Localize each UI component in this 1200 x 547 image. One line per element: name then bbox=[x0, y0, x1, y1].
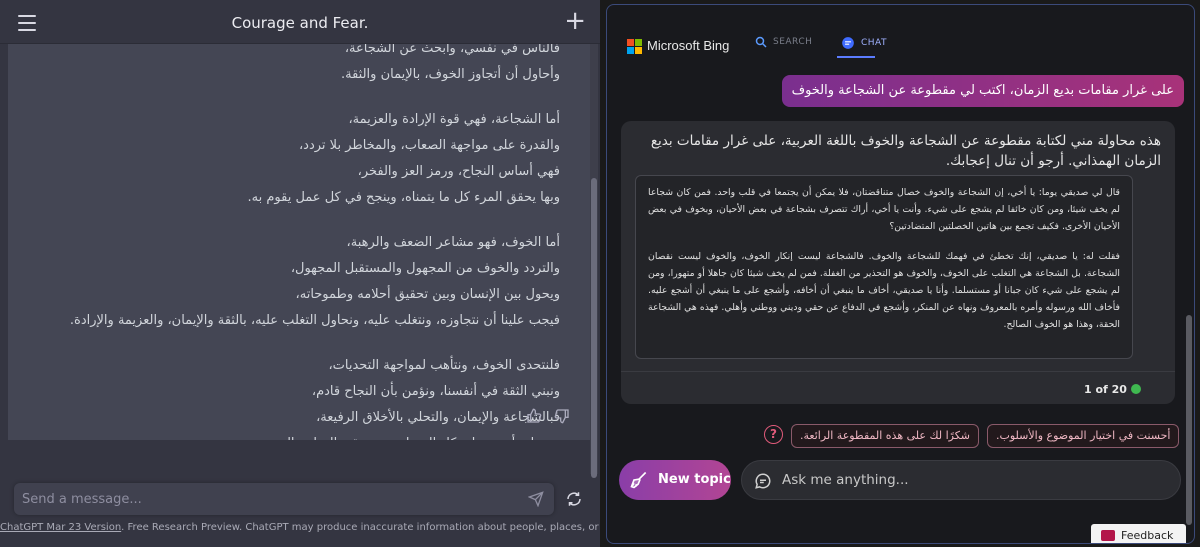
poem-line: فلنتحدى الخوف، ونتأهب لمواجهة التحديات، bbox=[328, 358, 560, 373]
feedback-icon bbox=[1101, 530, 1115, 541]
ask-input[interactable] bbox=[782, 461, 1172, 499]
new-chat-plus-icon[interactable]: + bbox=[564, 8, 586, 34]
poem-line: والتردد والخوف من المجهول والمستقبل المج… bbox=[290, 261, 560, 276]
message-input-box bbox=[14, 483, 554, 515]
poem-text: فالناس في نفسي، وأبحث عن الشجاعة، وأحاول … bbox=[40, 44, 560, 440]
turn-counter-text: 1 of 20 bbox=[1084, 383, 1127, 396]
assistant-message: فالناس في نفسي، وأبحث عن الشجاعة، وأحاول … bbox=[8, 44, 590, 440]
stanza-gap bbox=[40, 334, 560, 353]
quote-paragraph: قال لي صديقي يوما: يا أخي، إن الشجاعة وا… bbox=[648, 187, 1120, 233]
feedback-button[interactable]: Feedback bbox=[1091, 524, 1186, 543]
bing-scrollbar[interactable] bbox=[1186, 315, 1192, 525]
poem-line: أما الشجاعة، فهي قوة الإرادة والعزيمة، bbox=[348, 112, 560, 127]
poem-line: أما الخوف، فهو مشاعر الضعف والرهبة، bbox=[346, 235, 560, 250]
feedback-label: Feedback bbox=[1121, 529, 1174, 542]
bing-header: Microsoft Bing SEARCH CHAT bbox=[607, 5, 1194, 73]
conversation-title: Courage and Fear. bbox=[231, 14, 369, 32]
poem-line: فهي أساس النجاح، ورمز العز والفخر، bbox=[357, 164, 560, 179]
chatgpt-pane: Courage and Fear. + فالناس في نفسي، وأبح… bbox=[0, 0, 600, 547]
search-icon bbox=[755, 36, 767, 48]
bing-logo[interactable]: Microsoft Bing bbox=[627, 38, 730, 54]
microsoft-logo-icon bbox=[627, 38, 642, 54]
status-dot-icon bbox=[1130, 384, 1141, 394]
brand-name: Microsoft Bing bbox=[647, 38, 730, 53]
poem-line: فالناس في نفسي، وأبحث عن الشجاعة، bbox=[344, 44, 560, 56]
quote-box: قال لي صديقي يوما: يا أخي، إن الشجاعة وا… bbox=[635, 175, 1133, 359]
tab-chat[interactable]: CHAT bbox=[841, 36, 887, 50]
tab-search-label: SEARCH bbox=[773, 37, 813, 47]
broom-icon bbox=[630, 471, 647, 489]
bing-chat-pane: Microsoft Bing SEARCH CHAT على غرار مقام… bbox=[606, 4, 1195, 544]
quote-paragraph: فقلت له: يا صديقي، إنك تخطئ في فهمك للشج… bbox=[648, 250, 1120, 331]
new-topic-button[interactable]: New topic bbox=[619, 460, 731, 500]
chat-bubble-icon bbox=[842, 37, 854, 49]
new-topic-label: New topic bbox=[658, 472, 731, 487]
bot-intro-text: هذه محاولة مني لكتابة مقطوعة عن الشجاعة … bbox=[650, 133, 1161, 169]
disclaimer-text: . Free Research Preview. ChatGPT may pro… bbox=[121, 522, 600, 533]
ask-box bbox=[741, 460, 1181, 500]
poem-line: فبالشجاعة والإيمان، والتحلي بالأخلاق الر… bbox=[316, 410, 560, 425]
send-icon[interactable] bbox=[528, 491, 544, 507]
version-link[interactable]: ChatGPT Mar 23 Version bbox=[0, 522, 121, 533]
regenerate-icon[interactable] bbox=[565, 490, 583, 508]
user-message: على غرار مقامات بديع الزمان، اكتب لي مقط… bbox=[781, 75, 1184, 107]
stanza-gap bbox=[40, 88, 560, 107]
thumbs-up-icon[interactable] bbox=[526, 408, 542, 424]
poem-line: ونبني الثقة في أنفسنا، ونؤمن بأن النجاح … bbox=[311, 384, 560, 399]
thumbs-down-icon[interactable] bbox=[554, 408, 570, 424]
chatgpt-topbar: Courage and Fear. + bbox=[0, 0, 600, 44]
poem-line: وأحاول أن أتجاوز الخوف، بالإيمان والثقة. bbox=[340, 67, 560, 82]
tab-search[interactable]: SEARCH bbox=[755, 36, 812, 48]
suggestion-chip[interactable]: أحسنت في اختيار الموضوع والأسلوب. bbox=[987, 424, 1180, 448]
card-divider bbox=[621, 371, 1175, 372]
tab-chat-label: CHAT bbox=[861, 38, 888, 48]
poem-line: وبها يحقق المرء كل ما يتمناه، وينجح في ك… bbox=[247, 190, 561, 205]
feedback-thumbs bbox=[526, 408, 570, 424]
help-icon[interactable]: ? bbox=[764, 425, 783, 444]
poem-line: ويحول بين الإنسان وبين تحقيق أحلامه وطمو… bbox=[295, 287, 560, 302]
suggestion-chip[interactable]: شكرًا لك على هذه المقطوعة الرائعة. bbox=[791, 424, 980, 448]
bot-response-card: هذه محاولة مني لكتابة مقطوعة عن الشجاعة … bbox=[621, 121, 1175, 404]
message-input[interactable] bbox=[14, 483, 514, 515]
chat-input-icon bbox=[755, 473, 771, 489]
scrollbar-thumb[interactable] bbox=[591, 178, 597, 478]
poem-line: نستطيع أن نتخطى كل المصاعب، ونحقق النجاح… bbox=[40, 431, 560, 440]
poem-line: والقدرة على مواجهة الصعاب، والمخاطر بلا … bbox=[298, 138, 560, 153]
turn-counter: 1 of 20 bbox=[1084, 383, 1141, 396]
stanza-gap bbox=[40, 211, 560, 230]
chatgpt-footer: ChatGPT Mar 23 Version. Free Research Pr… bbox=[0, 522, 600, 533]
active-tab-indicator bbox=[837, 56, 875, 58]
poem-line: فيجب علينا أن نتجاوزه، ونتغلب عليه، ونحا… bbox=[69, 313, 560, 328]
